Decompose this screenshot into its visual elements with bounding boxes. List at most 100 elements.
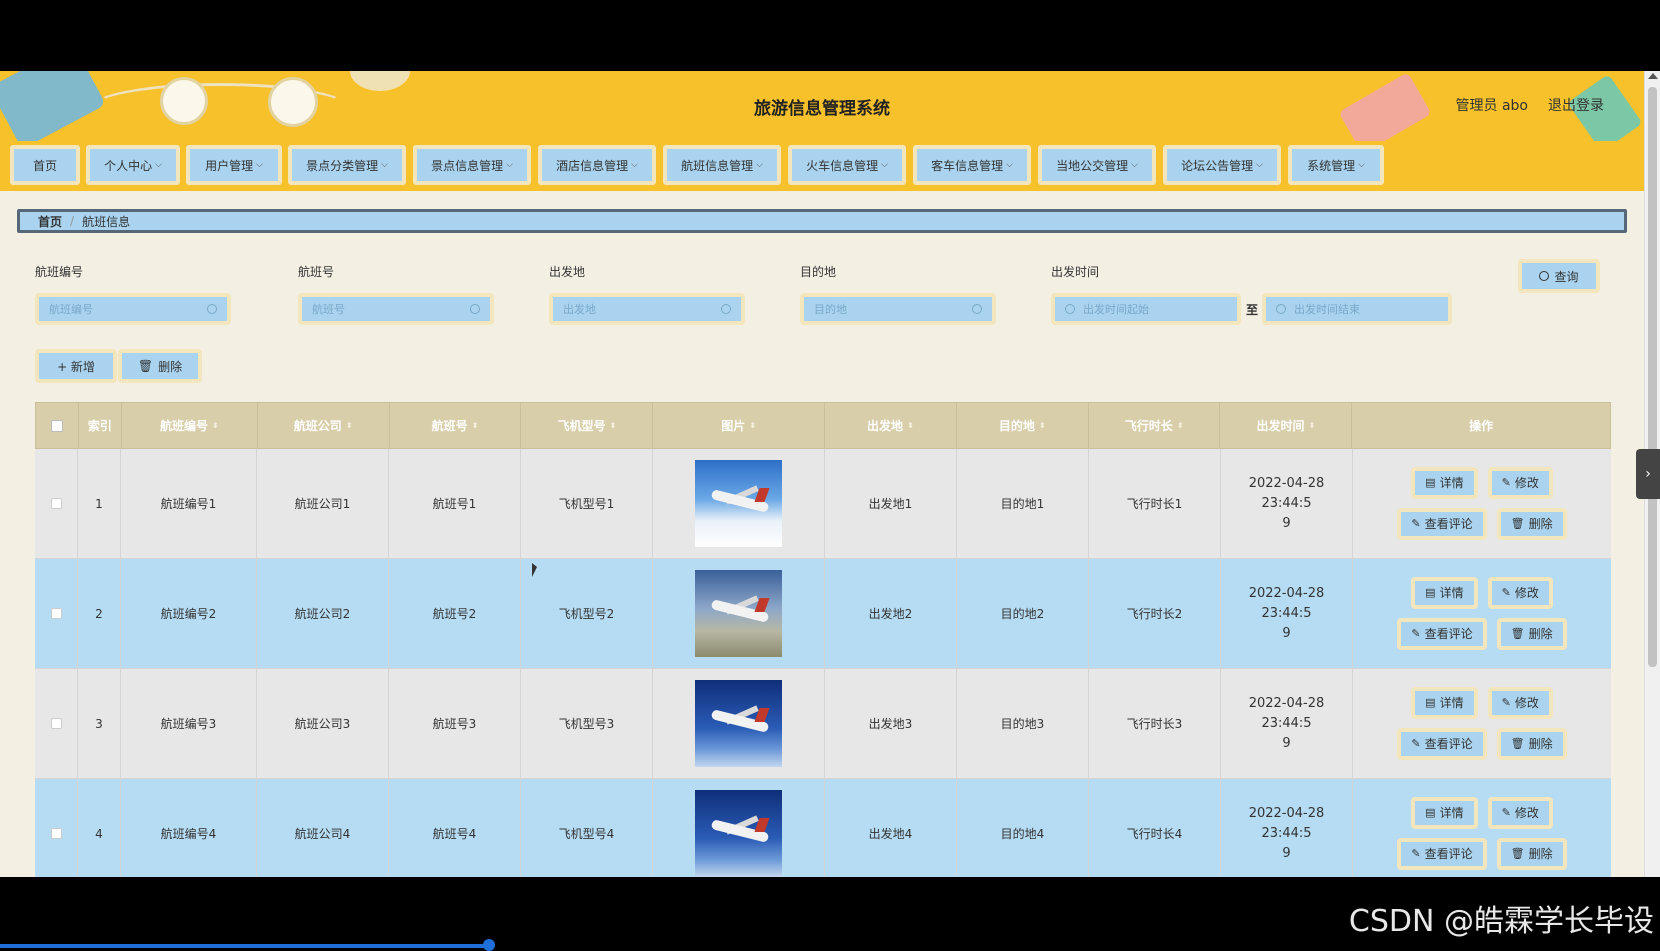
table-row: 1 航班编号1 航班公司1 航班号1 飞机型号1 出发地1 目的地1 飞行时长1…	[35, 449, 1611, 559]
scroll-up-icon[interactable]	[1648, 73, 1658, 79]
nav-item-forum[interactable]: 论坛公告管理 ⌵	[1163, 145, 1281, 185]
nav-item-flight[interactable]: 航班信息管理 ⌵	[663, 145, 781, 185]
nav-item-hotel[interactable]: 酒店信息管理 ⌵	[538, 145, 656, 185]
select-all-checkbox[interactable]	[50, 419, 63, 432]
logout-link[interactable]: 退出登录	[1548, 95, 1604, 115]
column-header-company[interactable]: 航班公司 ⬍	[258, 403, 390, 448]
column-header-flight-number[interactable]: 航班号 ⬍	[390, 403, 522, 448]
breadcrumb-home[interactable]: 首页	[38, 213, 62, 230]
sort-icon: ⬍	[1038, 421, 1046, 430]
header-label: 索引	[87, 419, 112, 433]
row-checkbox[interactable]	[50, 828, 62, 839]
row-checkbox[interactable]	[50, 608, 62, 619]
nav-item-local-transit[interactable]: 当地公交管理 ⌵	[1038, 145, 1156, 185]
edit-icon: ✎	[1411, 737, 1421, 750]
detail-button[interactable]: ▤ 详情	[1411, 467, 1478, 499]
nav-item-train[interactable]: 火车信息管理 ⌵	[788, 145, 906, 185]
cell-image	[653, 559, 825, 668]
nav-item-bus[interactable]: 客车信息管理 ⌵	[913, 145, 1031, 185]
nav-item-system[interactable]: 系统管理 ⌵	[1288, 145, 1384, 185]
nav-item-profile[interactable]: 个人中心 ⌵	[86, 145, 180, 185]
video-progress-bar[interactable]	[0, 944, 490, 948]
cell-flight-number: 航班号4	[389, 779, 521, 877]
search-input-origin[interactable]: 出发地	[549, 293, 745, 325]
cell-departure-time: 2022-04-28 23:44:5 9	[1221, 669, 1353, 778]
chevron-down-icon: ⌵	[155, 160, 162, 170]
search-label-origin: 出发地	[549, 265, 586, 279]
nav-item-scenic-info[interactable]: 景点信息管理 ⌵	[413, 145, 531, 185]
bulk-delete-button[interactable]: 🗑 删除	[118, 349, 202, 383]
edit-button[interactable]: ✎ 修改	[1487, 577, 1553, 609]
delete-button[interactable]: 🗑 删除	[1496, 838, 1567, 870]
chevron-down-icon: ⌵	[756, 160, 763, 170]
time-line: 9	[1282, 845, 1291, 861]
search-label-flight-code: 航班编号	[35, 265, 84, 279]
view-comments-button[interactable]: ✎ 查看评论	[1397, 618, 1487, 650]
admin-user-label: 管理员 abo	[1455, 98, 1528, 114]
airplane-photo[interactable]	[695, 790, 782, 877]
detail-button[interactable]: ▤ 详情	[1411, 687, 1478, 719]
nav-item-label: 火车信息管理	[806, 158, 879, 173]
column-header-departure-time[interactable]: 出发时间 ⬍	[1220, 403, 1353, 448]
nav-item-home[interactable]: 首页	[10, 145, 80, 185]
nav-item-label: 个人中心	[104, 158, 153, 173]
delete-button[interactable]: 🗑 删除	[1496, 508, 1567, 540]
op-label: 详情	[1439, 476, 1464, 490]
detail-button[interactable]: ▤ 详情	[1411, 797, 1478, 829]
delete-button[interactable]: 🗑 删除	[1496, 618, 1567, 650]
query-button[interactable]: 查询	[1518, 259, 1600, 293]
cell-index: 4	[78, 779, 121, 877]
cell-destination: 目的地3	[957, 669, 1089, 778]
nav-item-label: 论坛公告管理	[1181, 158, 1254, 173]
airplane-photo[interactable]	[695, 680, 782, 767]
nav-item-label: 航班信息管理	[681, 158, 754, 173]
chevron-down-icon: ⌵	[1131, 160, 1138, 170]
sort-icon: ⬍	[345, 421, 353, 430]
row-checkbox[interactable]	[50, 498, 62, 509]
detail-button[interactable]: ▤ 详情	[1411, 577, 1478, 609]
cell-flight-code: 航班编号4	[121, 779, 257, 877]
video-progress-handle[interactable]	[483, 939, 495, 951]
edit-icon: ✎	[1501, 586, 1511, 599]
search-input-destination[interactable]: 目的地	[800, 293, 996, 325]
nav-item-users[interactable]: 用户管理 ⌵	[186, 145, 282, 185]
view-comments-button[interactable]: ✎ 查看评论	[1397, 728, 1487, 760]
cell-destination: 目的地2	[957, 559, 1089, 668]
column-header-flight-code[interactable]: 航班编号 ⬍	[122, 403, 258, 448]
add-label: + 新增	[57, 359, 95, 374]
trash-icon: 🗑	[1510, 517, 1525, 530]
cell-flight-code: 航班编号2	[121, 559, 257, 668]
delete-button[interactable]: 🗑 删除	[1496, 728, 1567, 760]
edit-button[interactable]: ✎ 修改	[1487, 467, 1553, 499]
column-header-destination[interactable]: 目的地 ⬍	[957, 403, 1089, 448]
column-header-model[interactable]: 飞机型号 ⬍	[521, 403, 654, 448]
date-input-start[interactable]: 出发时间起始	[1051, 293, 1241, 325]
edit-button[interactable]: ✎ 修改	[1487, 687, 1553, 719]
cell-company: 航班公司2	[257, 559, 389, 668]
date-input-end[interactable]: 出发时间结束	[1262, 293, 1452, 325]
chevron-down-icon: ⌵	[1006, 160, 1013, 170]
view-comments-button[interactable]: ✎ 查看评论	[1397, 508, 1487, 540]
table-row: 2 航班编号2 航班公司2 航班号2 飞机型号2 出发地2 目的地2 飞行时长2…	[35, 559, 1611, 669]
column-header-duration[interactable]: 飞行时长 ⬍	[1089, 403, 1221, 448]
search-input-flight-code[interactable]: 航班编号	[35, 293, 231, 325]
document-icon: ▤	[1425, 476, 1436, 489]
add-button[interactable]: + 新增	[35, 349, 117, 383]
chevron-right-icon[interactable]: ›	[1636, 449, 1660, 499]
scrollbar-thumb[interactable]	[1648, 87, 1657, 667]
nav-item-scenic-category[interactable]: 景点分类管理 ⌵	[288, 145, 406, 185]
search-input-flight-number[interactable]: 航班号	[298, 293, 494, 325]
header-label: 航班号	[431, 419, 468, 433]
op-label: 详情	[1439, 806, 1464, 820]
column-header-origin[interactable]: 出发地 ⬍	[825, 403, 957, 448]
cell-company: 航班公司3	[257, 669, 389, 778]
column-header-image[interactable]: 图片 ⬍	[653, 403, 825, 448]
airplane-photo[interactable]	[695, 460, 782, 547]
airplane-photo[interactable]	[695, 570, 782, 657]
cell-image	[653, 449, 825, 558]
row-checkbox[interactable]	[50, 718, 62, 729]
select-all-cell	[36, 403, 79, 448]
time-line: 2022-04-28 23:44:5	[1248, 695, 1325, 731]
view-comments-button[interactable]: ✎ 查看评论	[1397, 838, 1487, 870]
edit-button[interactable]: ✎ 修改	[1487, 797, 1553, 829]
